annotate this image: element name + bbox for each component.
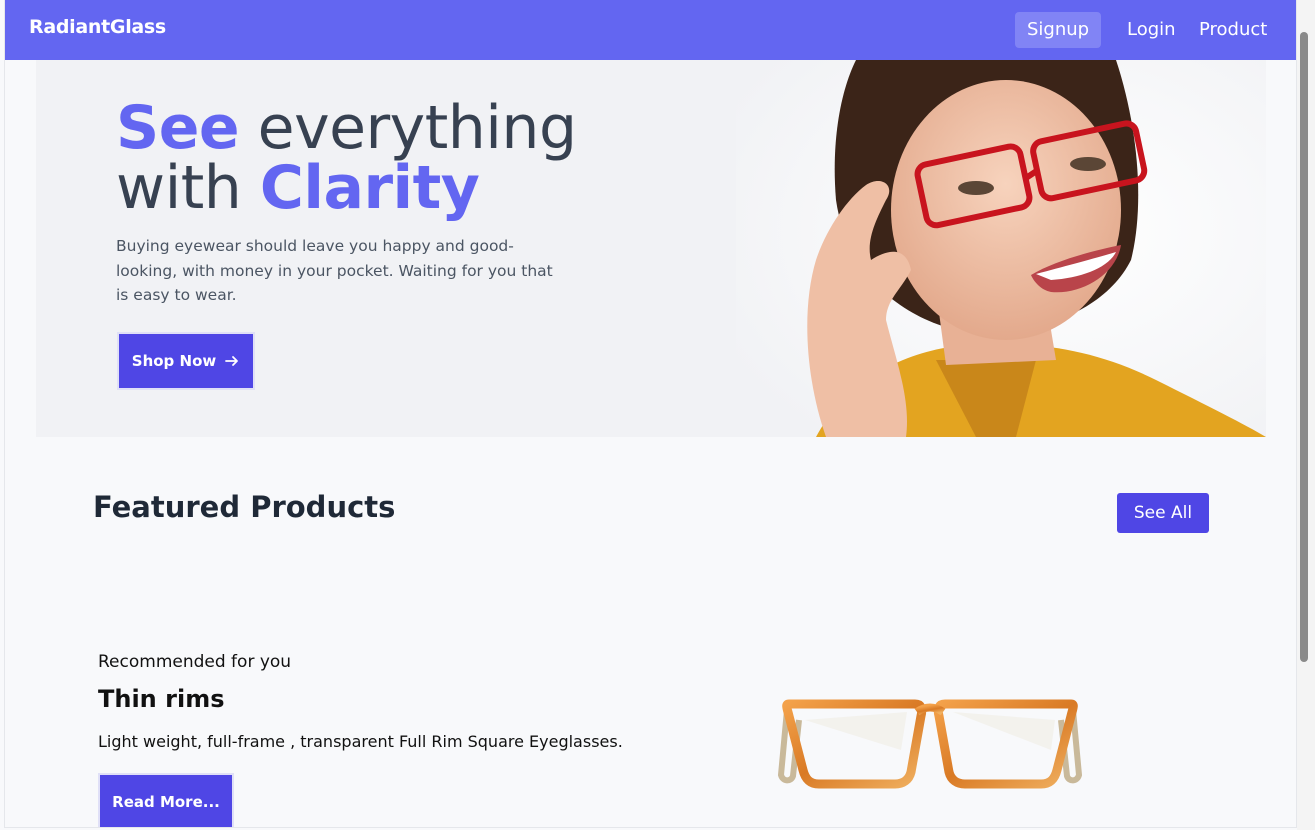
- navbar: RadiantGlass Signup Login Product: [5, 0, 1296, 60]
- page-frame: RadiantGlass Signup Login Product See ev…: [4, 0, 1297, 828]
- glasses-photo: [777, 699, 1083, 789]
- signup-link[interactable]: Signup: [1015, 12, 1102, 48]
- product-link[interactable]: Product: [1187, 12, 1279, 48]
- brand-logo[interactable]: RadiantGlass: [29, 16, 166, 38]
- product-description: Light weight, full-frame , transparent F…: [98, 732, 623, 751]
- product-name: Thin rims: [98, 685, 225, 713]
- featured-products-heading: Featured Products: [93, 490, 396, 524]
- shop-now-label: Shop Now: [131, 352, 217, 370]
- scrollbar-thumb[interactable]: [1300, 32, 1308, 662]
- hero-description: Buying eyewear should leave you happy an…: [116, 237, 553, 304]
- hero-title-accent-clarity: Clarity: [259, 153, 480, 223]
- see-all-button[interactable]: See All: [1117, 493, 1209, 533]
- read-more-button[interactable]: Read More...: [98, 773, 234, 827]
- hero-title-with: with: [116, 153, 260, 223]
- hero-section: See everything with Clarity Buying eyewe…: [36, 60, 1266, 437]
- shop-now-button[interactable]: Shop Now: [117, 332, 255, 390]
- login-link[interactable]: Login: [1115, 12, 1188, 48]
- model-photo: [736, 60, 1266, 437]
- recommended-label: Recommended for you: [98, 652, 292, 672]
- arrow-right-icon: [225, 356, 239, 366]
- hero-title: See everything with Clarity: [116, 98, 577, 218]
